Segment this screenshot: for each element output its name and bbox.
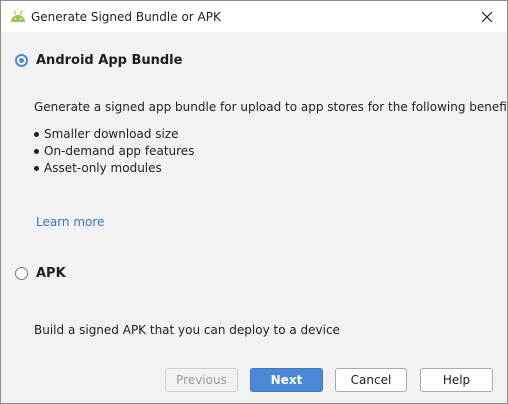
list-item: On-demand app features [34, 143, 194, 160]
apk-option-label[interactable]: APK [36, 265, 66, 283]
cancel-button[interactable]: Cancel [335, 368, 407, 392]
benefit-text: Asset-only modules [44, 161, 162, 175]
benefit-text: On-demand app features [44, 144, 195, 158]
next-button[interactable]: Next [250, 368, 323, 392]
help-button[interactable]: Help [420, 368, 493, 392]
android-app-bundle-option[interactable]: Android App Bundle [15, 53, 182, 72]
dialog-title: Generate Signed Bundle or APK [31, 10, 221, 24]
generate-signed-bundle-dialog: Generate Signed Bundle or APK Android Ap… [0, 0, 508, 404]
bundle-option-label[interactable]: Android App Bundle [36, 52, 182, 70]
bundle-description: Generate a signed app bundle for upload … [34, 100, 508, 114]
bullet-icon [34, 149, 39, 154]
apk-option[interactable]: APK [15, 265, 85, 285]
close-button[interactable] [473, 5, 501, 29]
android-icon [9, 9, 27, 23]
list-item: Asset-only modules [34, 160, 194, 177]
apk-radio-button[interactable] [15, 267, 28, 280]
benefit-text: Smaller download size [44, 127, 179, 141]
previous-button[interactable]: Previous [165, 368, 238, 392]
bullet-icon [34, 166, 39, 171]
bullet-icon [34, 132, 39, 137]
benefits-list: Smaller download size On-demand app feat… [34, 126, 194, 177]
learn-more-link[interactable]: Learn more [36, 214, 104, 230]
list-item: Smaller download size [34, 126, 194, 143]
apk-description: Build a signed APK that you can deploy t… [34, 323, 340, 337]
bundle-radio-button[interactable] [15, 54, 28, 67]
close-icon [481, 11, 493, 23]
title-bar: Generate Signed Bundle or APK [1, 1, 507, 32]
